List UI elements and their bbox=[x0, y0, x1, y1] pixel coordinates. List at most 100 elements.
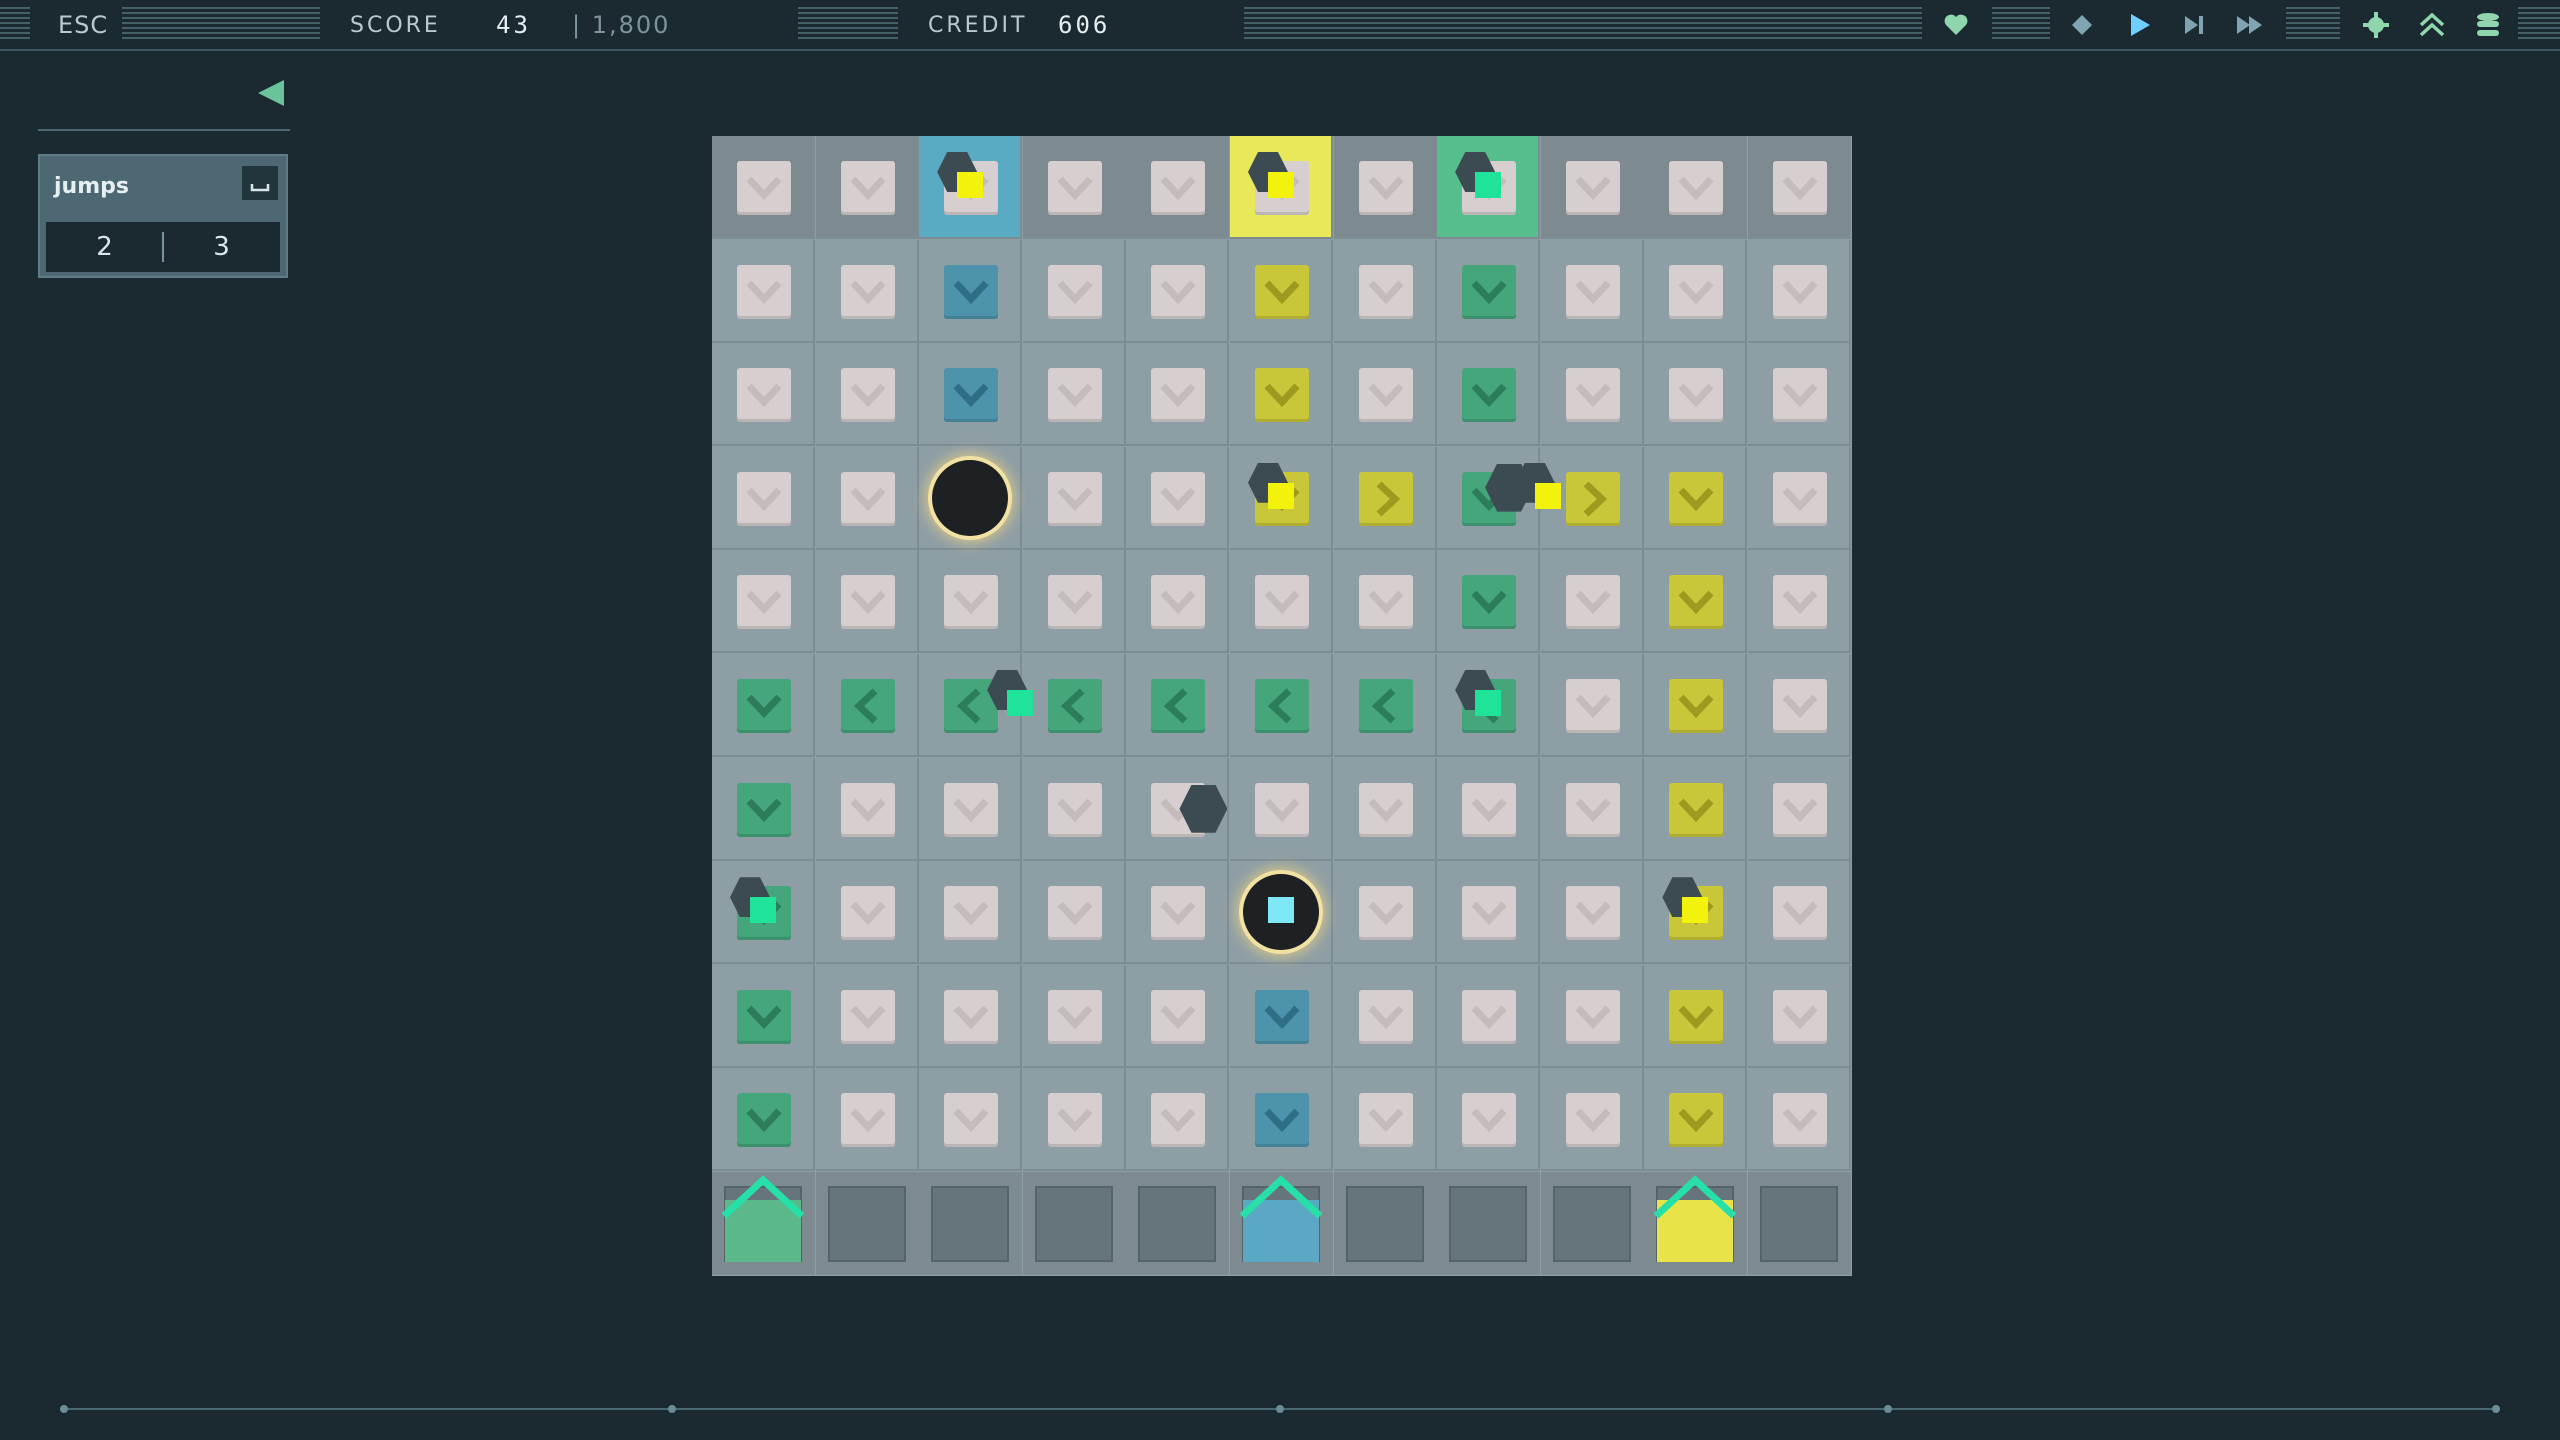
board-cell[interactable] bbox=[1748, 654, 1851, 757]
board-cell[interactable] bbox=[712, 446, 815, 550]
board-cell[interactable] bbox=[1333, 861, 1437, 965]
board-cell[interactable] bbox=[1540, 239, 1644, 343]
board-cell[interactable] bbox=[919, 550, 1023, 654]
board-cell[interactable] bbox=[1644, 446, 1748, 550]
board-cell[interactable] bbox=[1126, 446, 1230, 550]
board-cell[interactable] bbox=[919, 343, 1023, 447]
board-cell[interactable] bbox=[1540, 550, 1644, 654]
board-cell[interactable] bbox=[815, 654, 919, 757]
board-cell[interactable] bbox=[1022, 1172, 1126, 1275]
board-cell[interactable] bbox=[1437, 239, 1541, 343]
board-cell[interactable] bbox=[1230, 757, 1333, 861]
board-cell[interactable] bbox=[1022, 239, 1126, 343]
board-cell[interactable] bbox=[919, 964, 1023, 1068]
board-cell[interactable] bbox=[1022, 136, 1126, 239]
board-cell[interactable] bbox=[1333, 964, 1437, 1068]
board-cell[interactable] bbox=[1437, 550, 1541, 654]
board-cell[interactable] bbox=[712, 757, 815, 861]
board-cell[interactable] bbox=[815, 343, 919, 447]
board-cell[interactable] bbox=[1333, 550, 1437, 654]
settings-sun-icon[interactable] bbox=[2356, 0, 2396, 50]
gem-piece[interactable] bbox=[1248, 152, 1308, 212]
board-cell[interactable] bbox=[1748, 550, 1851, 654]
board-cell[interactable] bbox=[1126, 136, 1230, 239]
board-cell[interactable] bbox=[1644, 757, 1748, 861]
board-cell[interactable] bbox=[1437, 757, 1541, 861]
board-cell[interactable] bbox=[1748, 757, 1851, 861]
board-cell[interactable] bbox=[1230, 654, 1333, 757]
board-cell[interactable] bbox=[919, 239, 1023, 343]
board-cell[interactable] bbox=[1333, 1068, 1437, 1172]
board-cell[interactable] bbox=[919, 1172, 1023, 1275]
board-cell[interactable] bbox=[1022, 964, 1126, 1068]
exit-yellow[interactable] bbox=[1654, 1172, 1737, 1264]
timeline-tick[interactable] bbox=[60, 1405, 68, 1413]
board-cell[interactable] bbox=[815, 446, 919, 550]
board-cell[interactable] bbox=[1644, 550, 1748, 654]
board-cell[interactable] bbox=[712, 343, 815, 447]
board-cell[interactable] bbox=[815, 1068, 919, 1172]
board-cell[interactable] bbox=[1437, 1068, 1541, 1172]
board-cell[interactable] bbox=[1748, 1172, 1851, 1275]
board-cell[interactable] bbox=[1126, 654, 1230, 757]
timeline-tick[interactable] bbox=[2492, 1405, 2500, 1413]
board-cell[interactable] bbox=[1540, 654, 1644, 757]
board-cell[interactable] bbox=[1333, 136, 1437, 239]
board-cell[interactable] bbox=[815, 136, 919, 239]
gem-piece[interactable] bbox=[987, 670, 1047, 730]
timeline-tick[interactable] bbox=[1884, 1405, 1892, 1413]
board-cell[interactable] bbox=[1333, 1172, 1437, 1275]
board-cell[interactable] bbox=[1540, 1172, 1644, 1275]
board-cell[interactable] bbox=[1022, 861, 1126, 965]
board-cell[interactable] bbox=[1644, 654, 1748, 757]
board-cell[interactable] bbox=[1748, 1068, 1851, 1172]
board-cell[interactable] bbox=[1022, 343, 1126, 447]
heart-icon[interactable] bbox=[1936, 0, 1976, 50]
board-cell[interactable] bbox=[1022, 757, 1126, 861]
board-cell[interactable] bbox=[712, 654, 815, 757]
board-cell[interactable] bbox=[919, 446, 1023, 550]
board-cell[interactable] bbox=[919, 1068, 1023, 1172]
board-cell[interactable] bbox=[1748, 964, 1851, 1068]
board-cell[interactable] bbox=[1333, 343, 1437, 447]
board-cell[interactable] bbox=[1540, 757, 1644, 861]
board-cell[interactable] bbox=[1644, 1068, 1748, 1172]
board-cell[interactable] bbox=[712, 964, 815, 1068]
board-cell[interactable] bbox=[1437, 964, 1541, 1068]
gem-piece[interactable] bbox=[937, 152, 997, 212]
gem-piece[interactable] bbox=[1662, 877, 1722, 937]
board-cell[interactable] bbox=[1230, 239, 1333, 343]
board-cell[interactable] bbox=[1644, 343, 1748, 447]
board-cell[interactable] bbox=[1437, 861, 1541, 965]
board-cell[interactable] bbox=[1022, 446, 1126, 550]
board-cell[interactable] bbox=[1126, 1068, 1230, 1172]
board-cell[interactable] bbox=[1126, 1172, 1230, 1275]
board-cell[interactable] bbox=[1333, 654, 1437, 757]
board-cell[interactable] bbox=[1644, 136, 1748, 239]
board-cell[interactable] bbox=[815, 964, 919, 1068]
board-cell[interactable] bbox=[1230, 343, 1333, 447]
play-icon[interactable] bbox=[2120, 0, 2160, 50]
double-chevron-up-icon[interactable] bbox=[2412, 0, 2452, 50]
board-cell[interactable] bbox=[1437, 1172, 1541, 1275]
board-cell[interactable] bbox=[1230, 964, 1333, 1068]
board-cell[interactable] bbox=[919, 757, 1023, 861]
board-cell[interactable] bbox=[1540, 964, 1644, 1068]
gem-piece[interactable] bbox=[1248, 462, 1308, 523]
board-cell[interactable] bbox=[712, 136, 815, 239]
board-cell[interactable] bbox=[1126, 239, 1230, 343]
timeline-tick[interactable] bbox=[1276, 1405, 1284, 1413]
gem-piece[interactable] bbox=[1455, 670, 1515, 730]
board-cell[interactable] bbox=[815, 1172, 919, 1275]
board-cell[interactable] bbox=[919, 861, 1023, 965]
board-cell[interactable] bbox=[1022, 550, 1126, 654]
stack-icon[interactable] bbox=[2468, 0, 2508, 50]
board-cell[interactable] bbox=[1748, 136, 1851, 239]
esc-button[interactable]: ESC bbox=[58, 0, 108, 50]
board-cell[interactable] bbox=[1644, 964, 1748, 1068]
board-cell[interactable] bbox=[1437, 343, 1541, 447]
board-cell[interactable] bbox=[1126, 343, 1230, 447]
board-cell[interactable] bbox=[815, 861, 919, 965]
board-cell[interactable] bbox=[1333, 757, 1437, 861]
board-cell[interactable] bbox=[815, 757, 919, 861]
